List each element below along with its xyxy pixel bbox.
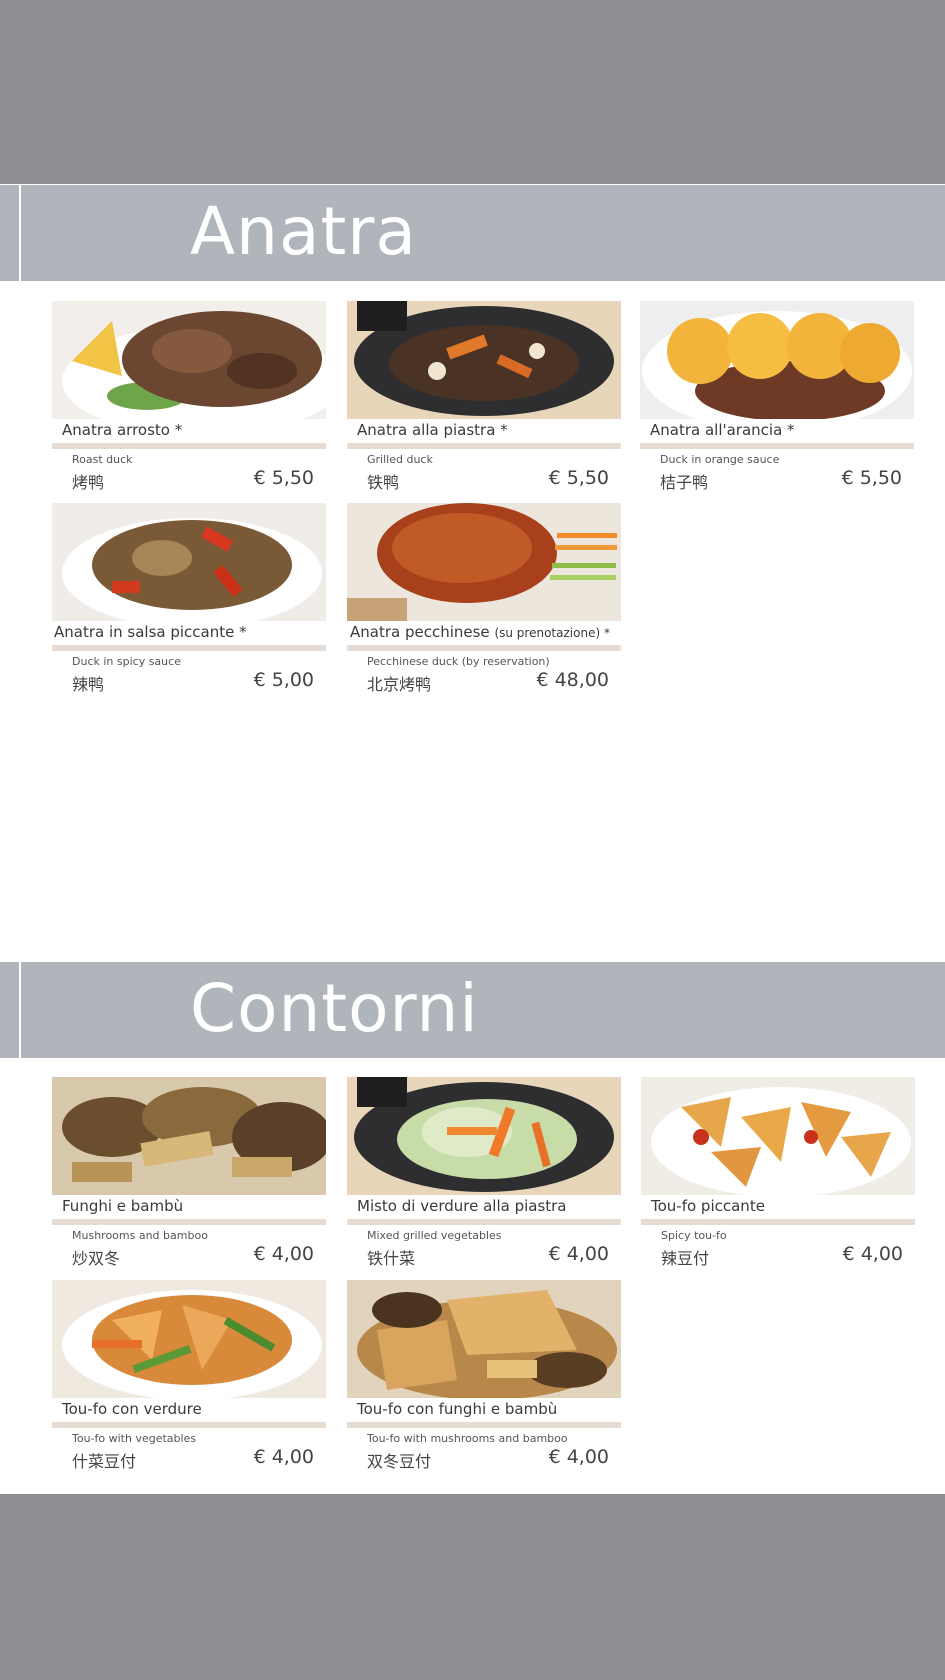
- dish-price: € 4,00: [842, 1243, 903, 1265]
- dish-price: € 5,50: [253, 467, 314, 489]
- dish-chinese-name: 铁鸭: [367, 473, 400, 492]
- dish-chinese-name: 铁什菜: [367, 1249, 416, 1268]
- dish-photo: [640, 301, 914, 419]
- name-strip: Anatra in salsa piccante *: [52, 621, 326, 645]
- divider: [52, 1422, 326, 1428]
- band-edge-line: [19, 185, 21, 281]
- section-header-contorni: Contorni: [0, 962, 945, 1058]
- dish-price: € 4,00: [253, 1243, 314, 1265]
- dish-chinese-name: 双冬豆付: [367, 1452, 432, 1471]
- divider: [347, 1219, 621, 1225]
- dish-name: Anatra alla piastra *: [357, 421, 508, 439]
- dish-name: Tou-fo piccante: [651, 1197, 765, 1215]
- name-strip: Anatra pecchinese (su prenotazione) *: [347, 621, 627, 645]
- dish-photo: [347, 1280, 621, 1398]
- dish-english-name: Duck in spicy sauce: [72, 655, 181, 668]
- name-strip: Tou-fo con verdure: [52, 1398, 326, 1422]
- dish-english-name: Duck in orange sauce: [660, 453, 780, 466]
- divider: [52, 1219, 326, 1225]
- name-strip: Anatra alla piastra *: [347, 419, 621, 443]
- divider: [52, 443, 326, 449]
- menu-item-card: Anatra all'arancia * Duck in orange sauc…: [640, 301, 914, 492]
- dish-photo: [641, 1077, 915, 1195]
- dish-name: Anatra all'arancia *: [650, 421, 795, 439]
- name-strip: Anatra all'arancia *: [640, 419, 914, 443]
- dish-price: € 4,00: [548, 1446, 609, 1468]
- dish-photo: [52, 1077, 326, 1195]
- dish-photo: [347, 1077, 621, 1195]
- dish-chinese-name: 辣豆付: [661, 1249, 710, 1268]
- dish-chinese-name: 北京烤鸭: [367, 675, 432, 694]
- menu-item-card: Anatra pecchinese (su prenotazione) * Pe…: [347, 503, 627, 694]
- menu-item-card: Anatra arrosto * Roast duck 烤鸭 € 5,50: [52, 301, 326, 492]
- dish-photo: [52, 301, 326, 419]
- band-edge-line: [19, 962, 21, 1058]
- dish-english-name: Tou-fo with vegetables: [72, 1432, 197, 1445]
- section-title: Anatra: [190, 193, 417, 270]
- dish-chinese-name: 炒双冬: [72, 1249, 121, 1268]
- dish-english-name: Roast duck: [72, 453, 133, 466]
- dish-photo: [52, 1280, 326, 1398]
- dish-chinese-name: 什菜豆付: [72, 1452, 137, 1471]
- dish-photo: [347, 301, 621, 419]
- dish-english-name: Pecchinese duck (by reservation): [367, 655, 550, 668]
- dish-price: € 48,00: [536, 669, 609, 691]
- name-strip: Misto di verdure alla piastra: [347, 1195, 621, 1219]
- dish-name: Tou-fo con funghi e bambù: [357, 1400, 558, 1418]
- menu-item-card: Funghi e bambù Mushrooms and bamboo 炒双冬 …: [52, 1077, 326, 1268]
- name-strip: Tou-fo piccante: [641, 1195, 915, 1219]
- dish-chinese-name: 辣鸭: [72, 675, 105, 694]
- menu-item-card: Tou-fo con funghi e bambù Tou-fo with mu…: [347, 1280, 621, 1471]
- dish-photo: [347, 503, 621, 621]
- dish-name: Funghi e bambù: [62, 1197, 184, 1215]
- name-strip: Anatra arrosto *: [52, 419, 326, 443]
- dish-english-name: Tou-fo with mushrooms and bamboo: [367, 1432, 568, 1445]
- dish-english-name: Grilled duck: [367, 453, 433, 466]
- divider: [347, 443, 621, 449]
- dish-name: Tou-fo con verdure: [62, 1400, 202, 1418]
- divider: [52, 645, 326, 651]
- dish-name: Anatra in salsa piccante *: [54, 623, 247, 641]
- section-title: Contorni: [190, 970, 479, 1047]
- dish-chinese-name: 烤鸭: [72, 473, 105, 492]
- dish-english-name: Mushrooms and bamboo: [72, 1229, 208, 1242]
- section-header-anatra: Anatra: [0, 185, 945, 281]
- menu-item-card: Anatra in salsa piccante * Duck in spicy…: [52, 503, 326, 694]
- menu-item-card: Misto di verdure alla piastra Mixed gril…: [347, 1077, 621, 1268]
- menu-item-card: Anatra alla piastra * Grilled duck 铁鸭 € …: [347, 301, 621, 492]
- name-strip: Funghi e bambù: [52, 1195, 326, 1219]
- menu-item-card: Tou-fo con verdure Tou-fo with vegetable…: [52, 1280, 326, 1471]
- dish-photo: [52, 503, 326, 621]
- dish-english-name: Mixed grilled vegetables: [367, 1229, 502, 1242]
- dish-name-note: (su prenotazione) *: [494, 626, 610, 640]
- dish-price: € 4,00: [548, 1243, 609, 1265]
- dish-name: Misto di verdure alla piastra: [357, 1197, 567, 1215]
- name-strip: Tou-fo con funghi e bambù: [347, 1398, 621, 1422]
- dish-name: Anatra arrosto *: [62, 421, 183, 439]
- dish-price: € 5,50: [548, 467, 609, 489]
- dish-price: € 4,00: [253, 1446, 314, 1468]
- divider: [641, 1219, 915, 1225]
- dish-name: Anatra pecchinese: [350, 623, 490, 641]
- divider: [347, 1422, 621, 1428]
- dish-chinese-name: 桔子鸭: [660, 473, 709, 492]
- dish-price: € 5,00: [253, 669, 314, 691]
- divider: [640, 443, 914, 449]
- dish-price: € 5,50: [841, 467, 902, 489]
- dish-english-name: Spicy tou-fo: [661, 1229, 727, 1242]
- divider: [347, 645, 621, 651]
- menu-item-card: Tou-fo piccante Spicy tou-fo 辣豆付 € 4,00: [641, 1077, 915, 1268]
